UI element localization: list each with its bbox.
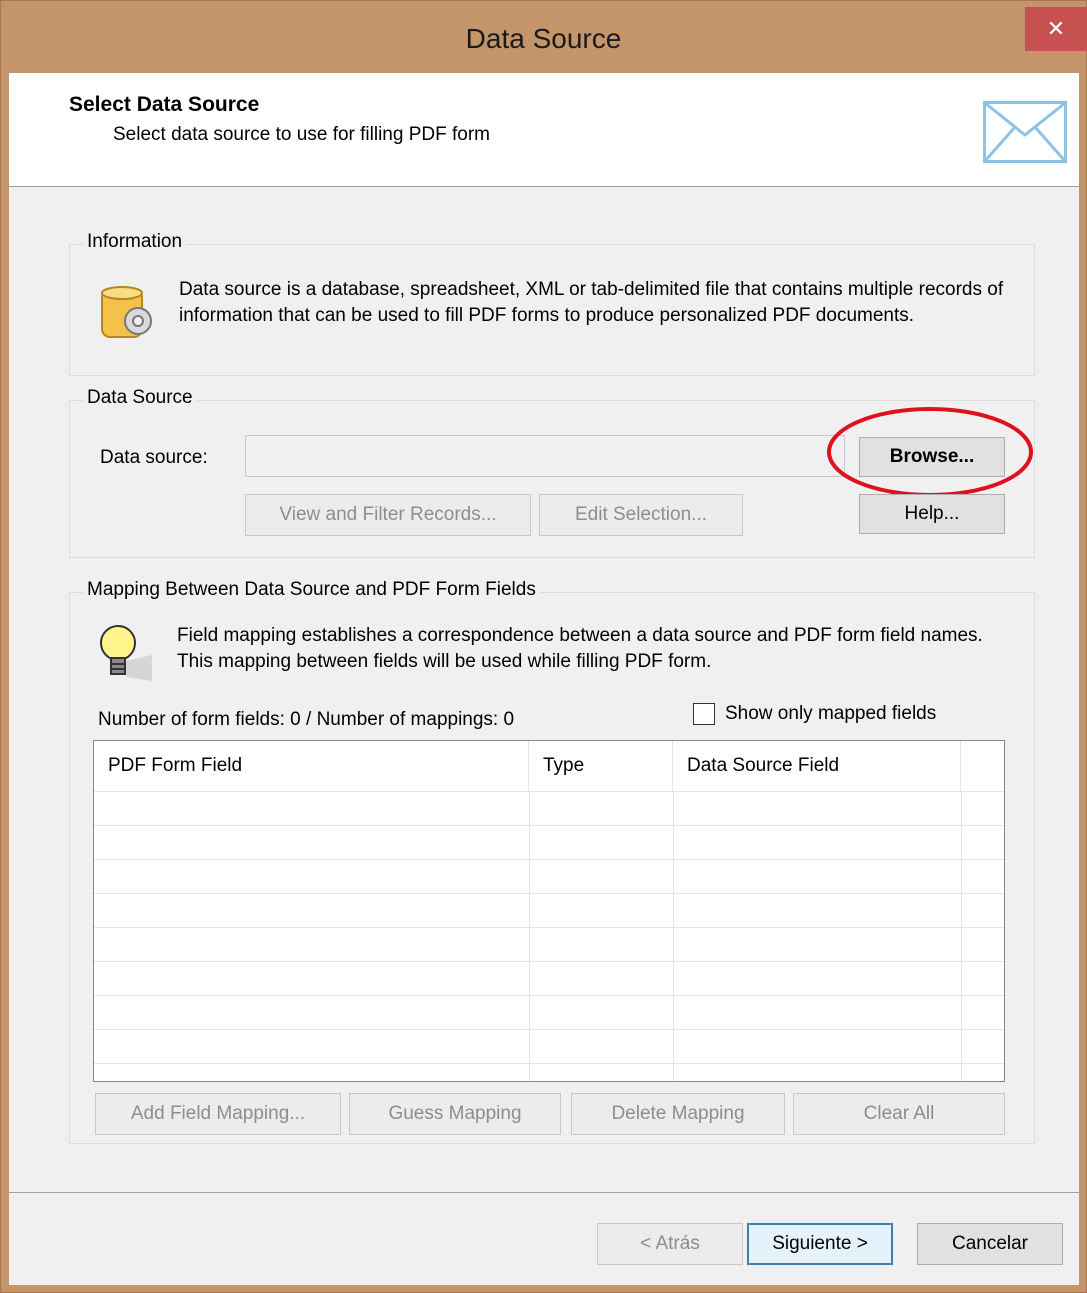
data-source-legend: Data Source: [83, 387, 197, 409]
mapping-legend: Mapping Between Data Source and PDF Form…: [83, 579, 540, 601]
envelope-icon: [983, 101, 1067, 163]
help-button[interactable]: Help...: [859, 494, 1005, 534]
table-row: [94, 859, 1004, 860]
cancel-button[interactable]: Cancelar: [917, 1223, 1063, 1265]
add-field-mapping-button[interactable]: Add Field Mapping...: [95, 1093, 341, 1135]
lightbulb-icon: [100, 625, 152, 681]
mapping-description: Field mapping establishes a corresponden…: [177, 625, 983, 672]
guess-mapping-button[interactable]: Guess Mapping: [349, 1093, 561, 1135]
footer-separator: [9, 1192, 1079, 1193]
table-row: [94, 1029, 1004, 1030]
dialog-window: Data Source ✕ Select Data Source Select …: [0, 0, 1087, 1293]
information-text: Data source is a database, spreadsheet, …: [179, 279, 1004, 326]
close-button[interactable]: ✕: [1025, 7, 1087, 51]
page-subtitle: Select data source to use for filling PD…: [113, 124, 490, 145]
table-row: [94, 995, 1004, 996]
table-row: [94, 961, 1004, 962]
data-source-label: Data source:: [100, 447, 208, 468]
table-row: [94, 893, 1004, 894]
table-row: [94, 791, 1004, 792]
column-header-type[interactable]: Type: [529, 741, 673, 791]
delete-mapping-button[interactable]: Delete Mapping: [571, 1093, 785, 1135]
column-header-pdf-form-field[interactable]: PDF Form Field: [94, 741, 529, 791]
dialog-client-area: Select Data Source Select data source to…: [9, 73, 1079, 1285]
edit-selection-button[interactable]: Edit Selection...: [539, 494, 743, 536]
database-gear-icon: [101, 286, 152, 338]
show-only-mapped-label[interactable]: Show only mapped fields: [725, 703, 936, 725]
column-divider: [529, 791, 530, 1081]
table-row: [94, 1063, 1004, 1064]
table-row: [94, 825, 1004, 826]
table-row: [94, 927, 1004, 928]
column-divider: [673, 791, 674, 1081]
highlight-ellipse: [827, 407, 1033, 497]
column-divider: [961, 791, 962, 1081]
title-bar[interactable]: Data Source ✕: [1, 1, 1087, 73]
mapping-count-text: Number of form fields: 0 / Number of map…: [98, 709, 515, 730]
data-source-input[interactable]: [245, 435, 845, 477]
close-icon: ✕: [1046, 16, 1066, 41]
information-legend: Information: [83, 231, 187, 253]
information-group: Information Data source is a database, s…: [69, 231, 1035, 376]
page-title: Select Data Source: [69, 93, 260, 116]
mapping-table[interactable]: PDF Form Field Type Data Source Field: [93, 740, 1005, 1082]
wizard-header: Select Data Source Select data source to…: [9, 73, 1079, 187]
window-title: Data Source: [465, 23, 622, 54]
show-only-mapped-checkbox[interactable]: [693, 703, 715, 725]
next-button[interactable]: Siguiente >: [747, 1223, 893, 1265]
view-filter-records-button[interactable]: View and Filter Records...: [245, 494, 531, 536]
back-button[interactable]: < Atrás: [597, 1223, 743, 1265]
column-header-data-source-field[interactable]: Data Source Field: [673, 741, 961, 791]
clear-all-button[interactable]: Clear All: [793, 1093, 1005, 1135]
